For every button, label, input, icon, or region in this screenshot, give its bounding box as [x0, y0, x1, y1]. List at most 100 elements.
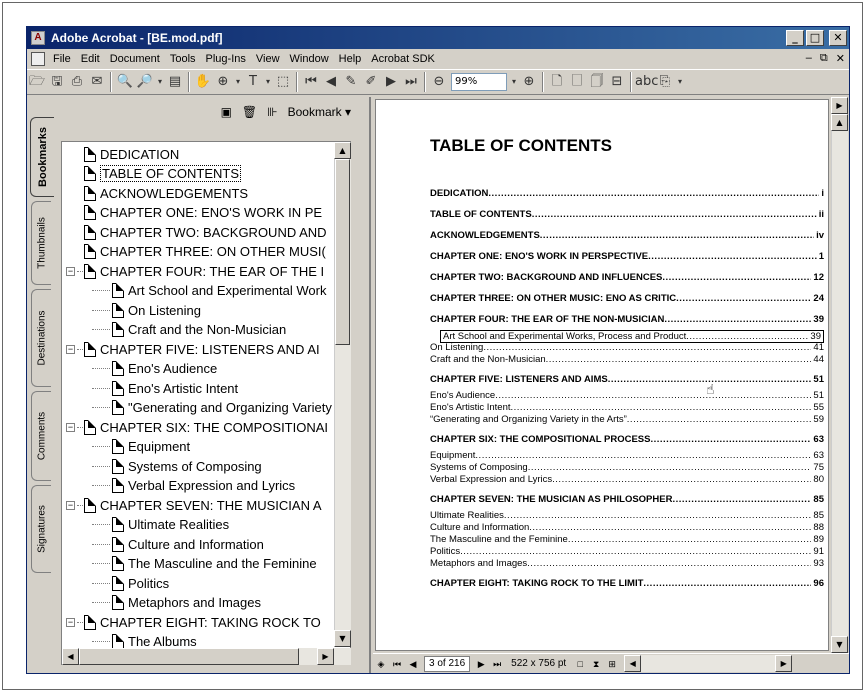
fit-width-icon[interactable]: 🗍 — [587, 72, 607, 92]
bookmark-item[interactable]: − CHAPTER SIX: THE COMPOSITIONAI — [66, 417, 328, 437]
page-layout-icon[interactable]: ◈ — [373, 656, 389, 672]
bookmark-subitem[interactable]: Craft and the Non-Musician — [92, 320, 286, 340]
page-scroll-down-icon[interactable]: ▼ — [831, 636, 848, 653]
tab-signatures[interactable]: Signatures — [31, 485, 51, 573]
bookmark-item[interactable]: − CHAPTER SEVEN: THE MUSICIAN A — [66, 495, 322, 515]
toc-entry[interactable]: Verbal Expression and Lyrics 80 — [430, 474, 824, 485]
dropdown-arrow-icon[interactable]: ▾ — [155, 72, 165, 92]
toc-entry[interactable]: On Listening 41 — [430, 342, 824, 353]
save-icon[interactable]: 🖫 — [47, 72, 67, 92]
bookmark-menu-button[interactable]: Bookmark ▾ — [288, 105, 351, 119]
toc-entry[interactable]: ACKNOWLEDGEMENTS iv — [430, 230, 824, 241]
toc-entry[interactable]: Ultimate Realities 85 — [430, 510, 824, 521]
toc-entry[interactable]: CHAPTER ONE: ENO'S WORK IN PERSPECTIVE 1 — [430, 251, 824, 262]
bookmark-horizontal-scrollbar[interactable]: ◀ ▶ — [62, 648, 351, 665]
toc-entry[interactable]: Systems of Composing 75 — [430, 462, 824, 473]
menu-plug-ins[interactable]: Plug-Ins — [201, 53, 251, 65]
toc-entry[interactable]: The Masculine and the Feminine 89 — [430, 534, 824, 545]
bookmark-item[interactable]: CHAPTER TWO: BACKGROUND AND — [84, 222, 327, 242]
zoom-select-arrow-icon[interactable]: ▾ — [509, 72, 519, 92]
bookmark-item[interactable]: − CHAPTER FOUR: THE EAR OF THE I — [66, 261, 324, 281]
bookmark-item[interactable]: CHAPTER ONE: ENO'S WORK IN PE — [84, 203, 322, 223]
extra-tools-icon[interactable]: ⎘ — [655, 72, 675, 92]
bookmark-item[interactable]: CHAPTER THREE: ON OTHER MUSI( — [84, 242, 326, 262]
menu-view[interactable]: View — [251, 53, 285, 65]
document-horizontal-scrollbar[interactable]: ◀ ▶ — [624, 655, 793, 672]
first-page-icon[interactable]: ⏮ — [301, 72, 321, 92]
collapse-icon[interactable]: − — [66, 422, 75, 432]
hand-tool-icon[interactable]: ✋ — [193, 72, 213, 92]
text-select-dropdown-icon[interactable]: ▾ — [263, 72, 273, 92]
find-icon[interactable]: 🔍 — [115, 72, 135, 92]
page-number-field[interactable]: 3 of 216 — [424, 655, 471, 672]
reflow-icon[interactable]: ⊟ — [607, 72, 627, 92]
scroll-down-icon[interactable]: ▼ — [334, 630, 351, 647]
zoom-in-icon[interactable]: ⊕ — [519, 72, 539, 92]
bookmark-subitem[interactable]: Eno's Audience — [92, 359, 217, 379]
zoom-dropdown-icon[interactable]: ▾ — [233, 72, 243, 92]
toc-entry[interactable]: CHAPTER THREE: ON OTHER MUSIC: ENO AS CR… — [430, 293, 824, 304]
pencil-icon[interactable]: ✎ — [341, 72, 361, 92]
doc-restore-icon[interactable]: ⧉ — [820, 52, 828, 65]
menu-help[interactable]: Help — [334, 53, 367, 65]
fit-page-icon[interactable]: 🗌 — [567, 72, 587, 92]
page-scroll-up-icon[interactable]: ▶ — [831, 97, 848, 114]
menu-edit[interactable]: Edit — [76, 53, 105, 65]
zoom-tool-icon[interactable]: ⊕ — [213, 72, 233, 92]
next-page-icon[interactable]: ▶ — [381, 72, 401, 92]
tab-destinations[interactable]: Destinations — [31, 289, 51, 387]
tab-comments[interactable]: Comments — [31, 391, 51, 481]
toc-entry[interactable]: Culture and Information 88 — [430, 522, 824, 533]
menu-tools[interactable]: Tools — [165, 53, 201, 65]
status-prev-page-icon[interactable]: ◀ — [405, 656, 421, 672]
zoom-out-icon[interactable]: ⊖ — [429, 72, 449, 92]
collapse-icon[interactable]: − — [66, 266, 75, 276]
search-icon[interactable]: 🔎 — [135, 72, 155, 92]
toc-entry[interactable]: DEDICATION i — [430, 188, 824, 199]
bookmark-subitem[interactable]: Culture and Information — [92, 534, 264, 554]
doc-minimize-icon[interactable]: – — [806, 52, 812, 65]
toc-entry[interactable]: CHAPTER TWO: BACKGROUND AND INFLUENCES 12 — [430, 272, 824, 283]
document-vertical-scrollbar[interactable]: ▶ ▲ ▼ — [831, 97, 848, 653]
toc-entry[interactable]: “Generating and Organizing Variety in th… — [430, 414, 824, 425]
toc-entry[interactable]: CHAPTER FIVE: LISTENERS AND AIMS 51 — [430, 374, 824, 385]
open-icon[interactable]: 🗁 — [27, 72, 47, 92]
hscroll-right-icon[interactable]: ▶ — [775, 655, 793, 672]
collapse-icon[interactable]: − — [66, 617, 75, 627]
last-page-icon[interactable]: ⏭ — [401, 72, 421, 92]
toc-entry[interactable]: Eno's Audience 51 — [430, 390, 824, 401]
menu-file[interactable]: File — [48, 53, 76, 65]
show-hide-navigation-icon[interactable]: ▤ — [165, 72, 185, 92]
status-next-page-icon[interactable]: ▶ — [473, 656, 489, 672]
minimize-button[interactable]: _ — [786, 30, 804, 46]
status-last-page-icon[interactable]: ⏭ — [489, 656, 505, 672]
extra-tools-dropdown-icon[interactable]: ▾ — [675, 72, 685, 92]
bookmark-item[interactable]: DEDICATION — [84, 144, 179, 164]
text-select-icon[interactable]: T — [243, 72, 263, 92]
bookmark-item[interactable]: − CHAPTER EIGHT: TAKING ROCK TO — [66, 612, 321, 632]
single-page-icon[interactable]: □ — [572, 656, 588, 672]
toc-entry[interactable]: TABLE OF CONTENTS ii — [430, 209, 824, 220]
hscroll-thumb[interactable] — [79, 648, 299, 665]
toc-entry[interactable]: CHAPTER SEVEN: THE MUSICIAN AS PHILOSOPH… — [430, 494, 824, 505]
bookmark-subitem[interactable]: Verbal Expression and Lyrics — [92, 476, 295, 496]
toc-entry[interactable]: CHAPTER SIX: THE COMPOSITIONAL PROCESS 63 — [430, 434, 824, 445]
zoom-input[interactable]: 99% — [451, 73, 507, 91]
previous-page-icon[interactable]: ◀ — [321, 72, 341, 92]
bookmark-subitem[interactable]: Art School and Experimental Work — [92, 281, 326, 301]
new-bookmark-icon[interactable]: ▣ — [221, 105, 232, 119]
scroll-left-icon[interactable]: ◀ — [62, 648, 79, 665]
bookmark-subitem[interactable]: Eno's Artistic Intent — [92, 378, 238, 398]
highlight-icon[interactable]: ✐ — [361, 72, 381, 92]
bookmark-subitem[interactable]: Systems of Composing — [92, 456, 262, 476]
tab-bookmarks[interactable]: Bookmarks — [30, 117, 54, 197]
toc-entry[interactable]: Eno's Artistic Intent 55 — [430, 402, 824, 413]
delete-bookmark-icon[interactable]: 🗑 — [242, 105, 257, 119]
toc-entry[interactable]: Equipment 63 — [430, 450, 824, 461]
maximize-button[interactable]: □ — [806, 30, 824, 46]
bookmark-subitem[interactable]: Metaphors and Images — [92, 593, 261, 613]
bookmark-subitem[interactable]: On Listening — [92, 300, 201, 320]
print-icon[interactable]: ⎙ — [67, 72, 87, 92]
toc-entry[interactable]: Craft and the Non-Musician 44 — [430, 354, 824, 365]
bookmark-subitem[interactable]: Equipment — [92, 437, 190, 457]
